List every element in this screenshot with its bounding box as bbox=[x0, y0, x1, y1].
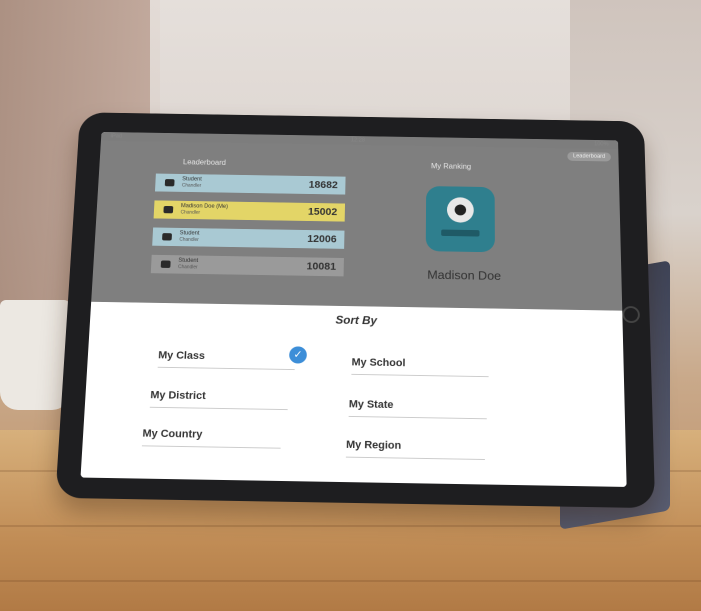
avatar-eye bbox=[447, 197, 474, 223]
leaderboard-row[interactable]: Student Chandler 10081 bbox=[151, 255, 344, 277]
status-time: 12:28 bbox=[351, 138, 365, 144]
leaderboard-row-me[interactable]: Madison Doe (Me) Chandler 15002 bbox=[154, 200, 345, 221]
option-my-class[interactable]: My Class bbox=[158, 350, 295, 370]
leaderboard-title: Leaderboard bbox=[183, 158, 226, 167]
student-icon bbox=[161, 260, 171, 268]
student-icon bbox=[165, 179, 175, 186]
ranking-name: Madison Doe bbox=[401, 267, 527, 283]
leaderboard-button[interactable]: Leaderboard bbox=[567, 152, 611, 162]
tablet-device: iPad 12:28 100% Leaderboard Leaderboard … bbox=[55, 112, 655, 508]
status-battery: 100% bbox=[594, 142, 609, 148]
app-screen: iPad 12:28 100% Leaderboard Leaderboard … bbox=[81, 132, 627, 487]
ranking-title: My Ranking bbox=[431, 162, 471, 171]
leaderboard-area: Leaderboard Leaderboard My Ranking Stude… bbox=[91, 141, 622, 311]
row-score: 15002 bbox=[308, 207, 337, 218]
row-name: Student Chandler bbox=[179, 231, 266, 245]
leaderboard-row[interactable]: Student Chandler 18682 bbox=[155, 174, 346, 195]
option-my-state[interactable]: My State bbox=[349, 399, 487, 420]
sort-panel: Sort By My Class ✓ My District My Countr… bbox=[81, 302, 627, 487]
robot-avatar-icon bbox=[426, 186, 495, 252]
row-name: Student Chandler bbox=[182, 177, 268, 191]
student-icon bbox=[163, 206, 173, 213]
row-name: Student Chandler bbox=[178, 258, 265, 272]
sort-title: Sort By bbox=[90, 309, 623, 331]
status-left: iPad bbox=[110, 134, 122, 139]
option-my-school[interactable]: My School bbox=[351, 357, 488, 377]
checkmark-icon: ✓ bbox=[289, 346, 307, 363]
student-icon bbox=[162, 233, 172, 240]
row-score: 12006 bbox=[307, 234, 337, 245]
home-button[interactable] bbox=[622, 306, 640, 323]
option-my-country[interactable]: My Country bbox=[142, 428, 281, 449]
leaderboard-row[interactable]: Student Chandler 12006 bbox=[152, 227, 344, 248]
row-score: 10081 bbox=[306, 261, 336, 273]
coffee-cup bbox=[0, 300, 70, 410]
avatar-mouth bbox=[441, 230, 479, 237]
option-my-district[interactable]: My District bbox=[150, 390, 288, 411]
row-score: 18682 bbox=[309, 180, 338, 191]
row-name: Madison Doe (Me) Chandler bbox=[180, 204, 266, 218]
option-my-region[interactable]: My Region bbox=[346, 439, 485, 460]
